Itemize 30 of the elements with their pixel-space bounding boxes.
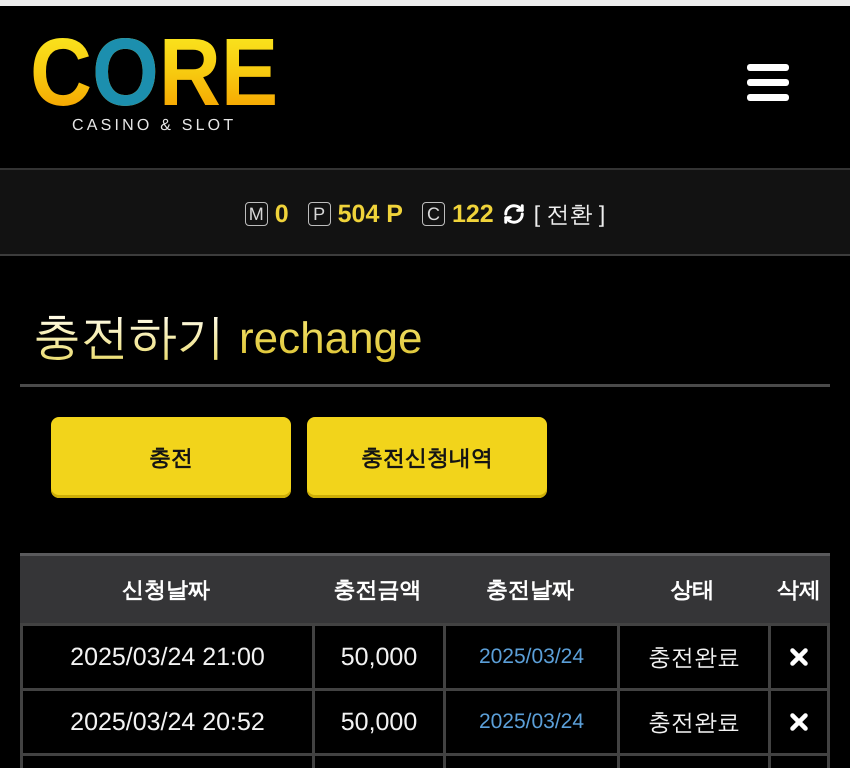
- column-header: 충전금액: [332, 576, 422, 604]
- table-cell: 2025/03/24 21:00: [23, 626, 312, 688]
- refresh-icon: [502, 203, 525, 225]
- cross-icon: [790, 648, 808, 666]
- menu-icon: [747, 64, 789, 101]
- currency-badge: C: [422, 202, 445, 226]
- switch-link[interactable]: [ 전환 ]: [502, 200, 606, 228]
- balance-amount: 122: [452, 200, 494, 228]
- balance-amount: 504 P: [338, 200, 403, 228]
- delete-button[interactable]: [790, 648, 808, 666]
- column-header: 삭제: [776, 576, 822, 604]
- column-header: 상태: [670, 576, 716, 604]
- column-header: 충전날짜: [485, 576, 575, 604]
- table-cell: 50,000: [315, 691, 443, 753]
- action-button[interactable]: 충전신청내역: [307, 417, 547, 498]
- logo-tagline: CASINO & SLOT: [72, 117, 236, 135]
- table-cell: 충전완료: [620, 626, 768, 688]
- action-button[interactable]: 충전: [51, 417, 291, 498]
- balance-amount: 0: [274, 200, 289, 228]
- menu-button[interactable]: [747, 64, 789, 101]
- column-header: 신청날짜: [121, 576, 211, 604]
- cross-icon: [790, 713, 808, 731]
- currency-badge: P: [308, 202, 331, 226]
- table-cell: 50,000: [315, 626, 443, 688]
- table-cell: 2025/03/24: [446, 626, 617, 688]
- currency-badge: M: [244, 202, 268, 226]
- delete-button[interactable]: [790, 713, 808, 731]
- table-cell: 2025/03/24: [446, 691, 617, 753]
- table-cell: 2025/03/24 20:52: [23, 691, 312, 753]
- table-cell: 충전완료: [620, 691, 768, 753]
